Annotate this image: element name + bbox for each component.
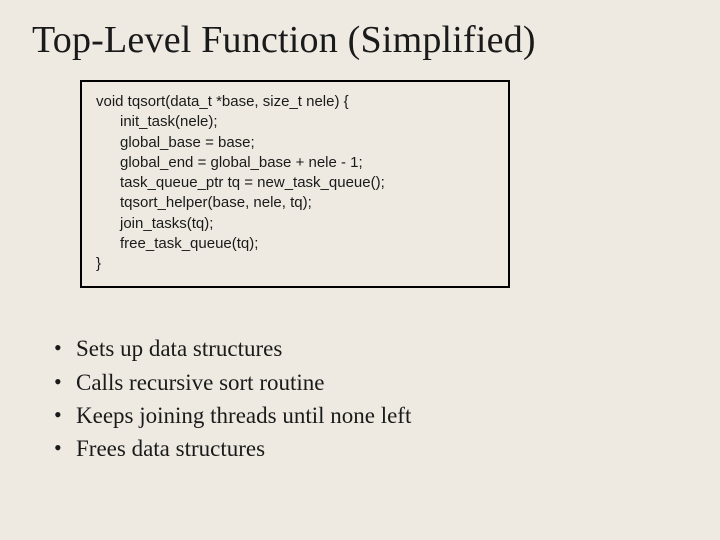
code-line: init_task(nele); [120, 112, 494, 132]
code-line: free_task_queue(tq); [120, 234, 494, 254]
list-item: Keeps joining threads until none left [54, 399, 688, 432]
code-signature: void tqsort(data_t *base, size_t nele) { [96, 92, 494, 112]
code-line: global_end = global_base + nele - 1; [120, 153, 494, 173]
slide: Top-Level Function (Simplified) void tqs… [0, 0, 720, 540]
bullet-list: Sets up data structures Calls recursive … [54, 332, 688, 465]
list-item: Calls recursive sort routine [54, 366, 688, 399]
code-line: join_tasks(tq); [120, 214, 494, 234]
code-block: void tqsort(data_t *base, size_t nele) {… [80, 80, 510, 288]
slide-title: Top-Level Function (Simplified) [32, 18, 688, 62]
code-line: global_base = base; [120, 133, 494, 153]
list-item: Frees data structures [54, 432, 688, 465]
code-line: tqsort_helper(base, nele, tq); [120, 193, 494, 213]
code-line: task_queue_ptr tq = new_task_queue(); [120, 173, 494, 193]
list-item: Sets up data structures [54, 332, 688, 365]
code-close: } [96, 254, 494, 274]
